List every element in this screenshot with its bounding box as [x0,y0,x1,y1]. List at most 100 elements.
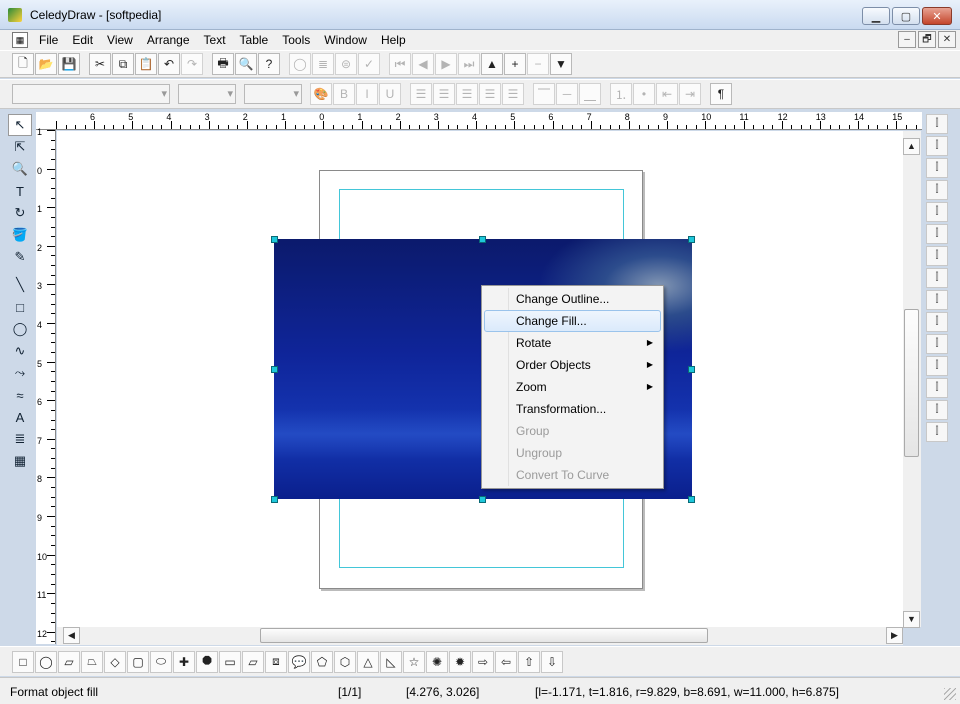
scroll-right-button[interactable]: ▶ [886,627,903,644]
distribute-right-icon[interactable]: ⫿ [926,356,948,376]
next-page-icon[interactable]: ▶ [435,53,457,75]
valign-top-icon[interactable]: ⎺ [533,83,555,105]
list-icon[interactable]: ≣ [312,53,334,75]
pentagon-shape-icon[interactable]: ⬠ [311,650,333,673]
distribute-bottom-icon[interactable]: ⫿ [926,290,948,310]
paragraph-icon[interactable]: ¶ [710,83,732,105]
align-left-edges-icon[interactable]: ⫿ [926,180,948,200]
distribute-top-icon[interactable]: ⫿ [926,246,948,266]
line-tool-icon[interactable]: ╲ [8,274,32,296]
italic-icon[interactable]: I [356,83,378,105]
valign-bottom-icon[interactable]: ⎽ [579,83,601,105]
remove-page-icon[interactable]: − [527,53,549,75]
justify-all-icon[interactable]: ☰ [502,83,524,105]
prev-page-icon[interactable]: ◀ [412,53,434,75]
drawing-canvas[interactable] [57,131,903,627]
seal-shape-icon[interactable]: ✺ [426,650,448,673]
distribute-vcenter-icon[interactable]: ⫿ [926,268,948,288]
burst-shape-icon[interactable]: ✹ [449,650,471,673]
align-center-icon[interactable]: ☰ [433,83,455,105]
numbered-list-icon[interactable]: ⒈ [610,83,632,105]
resize-grip[interactable] [944,688,956,700]
ctx-order-objects[interactable]: Order Objects ▶ [484,354,661,376]
vertical-scrollbar[interactable]: ▲ ▼ [903,131,921,628]
page-up-icon[interactable]: ▲ [481,53,503,75]
indent-icon[interactable]: ⇥ [679,83,701,105]
parallelogram-shape-icon[interactable]: ▱ [58,650,80,673]
ctx-transformation[interactable]: Transformation... [484,398,661,420]
document-icon[interactable]: ▦ [12,32,28,48]
resize-handle-sw[interactable] [271,496,278,503]
hexagon-shape-icon[interactable]: ⬡ [334,650,356,673]
font-size-combo[interactable] [178,84,236,104]
text-color-icon[interactable]: 🎨 [310,83,332,105]
font-name-combo[interactable] [12,84,170,104]
menu-file[interactable]: File [32,30,65,50]
minimize-button[interactable]: ▁ [862,7,890,25]
new-icon[interactable]: 🗋 [12,53,34,75]
redo-icon[interactable]: ↷ [181,53,203,75]
ctx-change-outline[interactable]: Change Outline... [484,288,661,310]
ctx-zoom[interactable]: Zoom ▶ [484,376,661,398]
space-horizontal-icon[interactable]: ⫿ [926,400,948,420]
node-edit-icon[interactable]: ⇱ [8,136,32,158]
rounded-rect-shape-icon[interactable]: ▢ [127,650,149,673]
ellipse-tool-icon[interactable]: ◯ [8,318,32,340]
first-page-icon[interactable]: ⏮ [389,53,411,75]
scroll-down-button[interactable]: ▼ [903,611,920,628]
maximize-button[interactable]: ▢ [892,7,920,25]
resize-handle-ne[interactable] [688,236,695,243]
rectangle-tool-icon[interactable]: □ [8,296,32,318]
right-triangle-shape-icon[interactable]: ◺ [380,650,402,673]
resize-handle-s[interactable] [479,496,486,503]
mdi-minimize-button[interactable]: – [898,31,916,48]
align-vcenter-icon[interactable]: ⫿ [926,136,948,156]
scroll-up-button[interactable]: ▲ [903,138,920,155]
pointer-icon[interactable]: ↖ [8,114,32,136]
align-hcenter-icon[interactable]: ⫿ [926,202,948,222]
menu-window[interactable]: Window [317,30,374,50]
space-vertical-icon[interactable]: ⫿ [926,378,948,398]
diamond-shape-icon[interactable]: ◇ [104,650,126,673]
align-right-edges-icon[interactable]: ⫿ [926,224,948,244]
align-bottom-edges-icon[interactable]: ⫿ [926,158,948,178]
fill-bucket-icon[interactable]: 🪣 [8,224,32,246]
page-down-icon[interactable]: ▼ [550,53,572,75]
horizontal-scroll-thumb[interactable] [260,628,708,643]
curve-tool-icon[interactable]: ≈ [8,384,32,406]
menu-help[interactable]: Help [374,30,413,50]
triangle-shape-icon[interactable]: △ [357,650,379,673]
snip-rect-shape-icon[interactable]: ▭ [219,650,241,673]
stamp-icon[interactable]: ⊜ [335,53,357,75]
octagon-shape-icon[interactable]: ⯃ [196,650,218,673]
mdi-close-button[interactable]: ✕ [938,31,956,48]
menu-table[interactable]: Table [233,30,276,50]
valign-middle-icon[interactable]: ─ [556,83,578,105]
distribute-hcenter-icon[interactable]: ⫿ [926,334,948,354]
cross-shape-icon[interactable]: ✚ [173,650,195,673]
align-left-icon[interactable]: ☰ [410,83,432,105]
open-icon[interactable]: 📂 [35,53,57,75]
scroll-left-button[interactable]: ◀ [63,627,80,644]
resize-handle-e[interactable] [688,366,695,373]
ctx-change-fill[interactable]: Change Fill... [484,310,661,332]
bold-icon[interactable]: B [333,83,355,105]
freehand-tool-icon[interactable]: ∿ [8,340,32,362]
help-icon[interactable]: ? [258,53,280,75]
cube-shape-icon[interactable]: ⧈ [265,650,287,673]
copy-icon[interactable]: ⧉ [112,53,134,75]
font-style-combo[interactable] [244,84,302,104]
ellipse-shape-icon[interactable]: ◯ [35,650,57,673]
outdent-icon[interactable]: ⇤ [656,83,678,105]
mdi-restore-button[interactable]: 🗗 [918,31,936,48]
oval-shape-icon[interactable]: ⬭ [150,650,172,673]
menu-edit[interactable]: Edit [65,30,100,50]
arrow-left-shape-icon[interactable]: ⇦ [495,650,517,673]
spellcheck-icon[interactable]: ✓ [358,53,380,75]
justify-icon[interactable]: ☰ [479,83,501,105]
artistic-text-icon[interactable]: A [8,406,32,428]
menu-text[interactable]: Text [197,30,233,50]
undo-icon[interactable]: ↶ [158,53,180,75]
star-shape-icon[interactable]: ☆ [403,650,425,673]
align-right-icon[interactable]: ☰ [456,83,478,105]
